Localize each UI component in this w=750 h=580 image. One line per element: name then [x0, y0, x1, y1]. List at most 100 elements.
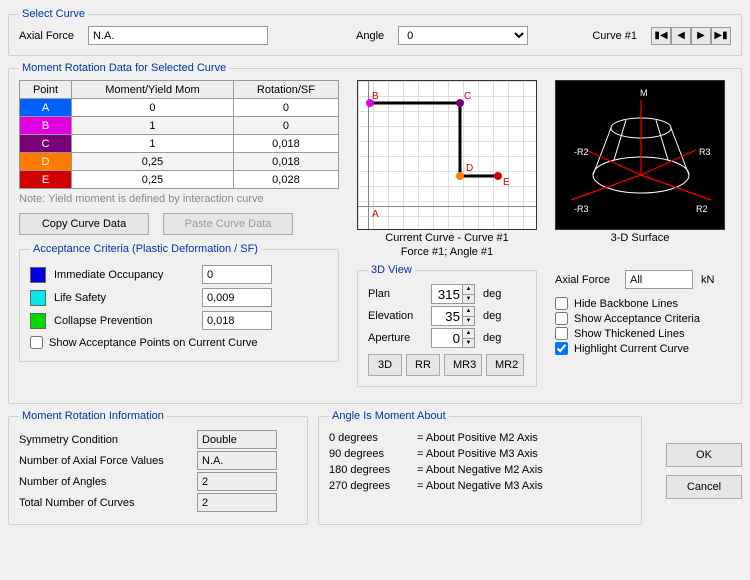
view-3d-legend: 3D View [368, 264, 415, 276]
cell-rotation: 0,018 [233, 153, 338, 171]
surface-3d-plot: M R3 -R2 R2 -R3 [555, 80, 725, 230]
copy-curve-data-button[interactable]: Copy Curve Data [19, 213, 149, 235]
acceptance-value-input[interactable] [202, 311, 272, 330]
curve-next-button[interactable]: ▶ [691, 27, 711, 45]
view-mr3-button[interactable]: MR3 [444, 354, 482, 376]
view-3d-button[interactable]: 3D [368, 354, 402, 376]
table-row[interactable]: E 0,25 0,028 [20, 171, 339, 189]
angle-desc: = About Negative M2 Axis [417, 464, 543, 476]
cancel-button[interactable]: Cancel [666, 475, 742, 499]
cell-moment: 0,25 [72, 171, 234, 189]
view-rr-button[interactable]: RR [406, 354, 440, 376]
current-curve-plot: B C D E A [357, 80, 537, 230]
moment-rotation-data-legend: Moment Rotation Data for Selected Curve [19, 62, 229, 74]
color-swatch [30, 267, 46, 283]
svg-text:M: M [640, 88, 648, 98]
curve-data-table[interactable]: Point Moment/Yield Mom Rotation/SF A 0 0… [19, 80, 339, 189]
plan-deg: deg [483, 288, 501, 300]
aperture-input[interactable] [432, 329, 462, 347]
view-mr2-button[interactable]: MR2 [486, 354, 524, 376]
acceptance-value-input[interactable] [202, 265, 272, 284]
acceptance-label: Collapse Prevention [54, 315, 194, 327]
ok-button[interactable]: OK [666, 443, 742, 467]
num-axial-label: Number of Axial Force Values [19, 455, 189, 467]
acceptance-criteria-fieldset: Acceptance Criteria (Plastic Deformation… [19, 243, 339, 362]
cell-moment: 0,25 [72, 153, 234, 171]
show-acceptance-points-checkbox[interactable] [30, 336, 43, 349]
angle-deg: 270 degrees [329, 480, 409, 492]
symmetry-value [197, 430, 277, 449]
aper-down[interactable]: ▼ [462, 338, 474, 348]
highlight-current-checkbox[interactable] [555, 342, 568, 355]
cell-rotation: 0,018 [233, 135, 338, 153]
aper-deg: deg [483, 332, 501, 344]
cell-point: A [20, 99, 72, 117]
angle-row: 180 degrees = About Negative M2 Axis [329, 464, 631, 476]
plan-input[interactable] [432, 285, 462, 303]
svg-text:-R3: -R3 [574, 204, 589, 214]
table-row[interactable]: B 1 0 [20, 117, 339, 135]
plan-label: Plan [368, 288, 423, 300]
moment-rotation-info-fieldset: Moment Rotation Information Symmetry Con… [8, 410, 308, 525]
hide-backbone-checkbox[interactable] [555, 297, 568, 310]
show-thickened-checkbox[interactable] [555, 327, 568, 340]
current-curve-caption-2: Force #1; Angle #1 [357, 246, 537, 258]
curve-prev-button[interactable]: ◀ [671, 27, 691, 45]
table-row[interactable]: D 0,25 0,018 [20, 153, 339, 171]
aper-up[interactable]: ▲ [462, 329, 474, 338]
acceptance-label: Life Safety [54, 292, 194, 304]
cell-rotation: 0 [233, 117, 338, 135]
angle-desc: = About Negative M3 Axis [417, 480, 543, 492]
show-acceptance-label: Show Acceptance Criteria [574, 313, 700, 325]
angle-deg: 0 degrees [329, 432, 409, 444]
acceptance-criteria-legend: Acceptance Criteria (Plastic Deformation… [30, 243, 261, 255]
elevation-label: Elevation [368, 310, 423, 322]
table-row[interactable]: C 1 0,018 [20, 135, 339, 153]
moment-rotation-info-legend: Moment Rotation Information [19, 410, 167, 422]
acceptance-row: Collapse Prevention [30, 311, 328, 330]
cell-point: E [20, 171, 72, 189]
aperture-label: Aperture [368, 332, 423, 344]
col-point: Point [20, 81, 72, 99]
acceptance-row: Life Safety [30, 288, 328, 307]
axial-force-label: Axial Force [19, 30, 74, 42]
select-curve-legend: Select Curve [19, 8, 88, 20]
elevation-input[interactable] [432, 307, 462, 325]
angle-select[interactable]: 0 [398, 26, 528, 45]
axial-force-3d-label: Axial Force [555, 274, 617, 286]
yield-moment-note: Note: Yield moment is defined by interac… [19, 193, 339, 205]
col-rotation: Rotation/SF [233, 81, 338, 99]
num-curves-value [197, 493, 277, 512]
angle-legend-legend: Angle Is Moment About [329, 410, 449, 422]
elev-down[interactable]: ▼ [462, 316, 474, 326]
axial-force-3d-input[interactable] [625, 270, 693, 289]
angle-row: 270 degrees = About Negative M3 Axis [329, 480, 631, 492]
show-acceptance-checkbox[interactable] [555, 312, 568, 325]
cell-moment: 1 [72, 117, 234, 135]
show-thickened-label: Show Thickened Lines [574, 328, 684, 340]
symmetry-label: Symmetry Condition [19, 434, 189, 446]
color-swatch [30, 313, 46, 329]
cell-point: C [20, 135, 72, 153]
acceptance-value-input[interactable] [202, 288, 272, 307]
paste-curve-data-button: Paste Curve Data [163, 213, 293, 235]
num-curves-label: Total Number of Curves [19, 497, 189, 509]
curve-first-button[interactable]: ▮◀ [651, 27, 671, 45]
kn-label: kN [701, 274, 714, 286]
cell-point: B [20, 117, 72, 135]
current-curve-caption-1: Current Curve - Curve #1 [357, 232, 537, 244]
select-curve-fieldset: Select Curve Axial Force Angle 0 Curve #… [8, 8, 742, 56]
table-row[interactable]: A 0 0 [20, 99, 339, 117]
plan-up[interactable]: ▲ [462, 285, 474, 294]
angle-row: 0 degrees = About Positive M2 Axis [329, 432, 631, 444]
hide-backbone-label: Hide Backbone Lines [574, 298, 678, 310]
axial-force-input[interactable] [88, 26, 268, 45]
angle-deg: 180 degrees [329, 464, 409, 476]
plan-down[interactable]: ▼ [462, 294, 474, 304]
svg-text:-R2: -R2 [574, 147, 589, 157]
angle-deg: 90 degrees [329, 448, 409, 460]
curve-last-button[interactable]: ▶▮ [711, 27, 731, 45]
angle-legend-fieldset: Angle Is Moment About 0 degrees = About … [318, 410, 642, 525]
elev-up[interactable]: ▲ [462, 307, 474, 316]
svg-text:R3: R3 [699, 147, 711, 157]
